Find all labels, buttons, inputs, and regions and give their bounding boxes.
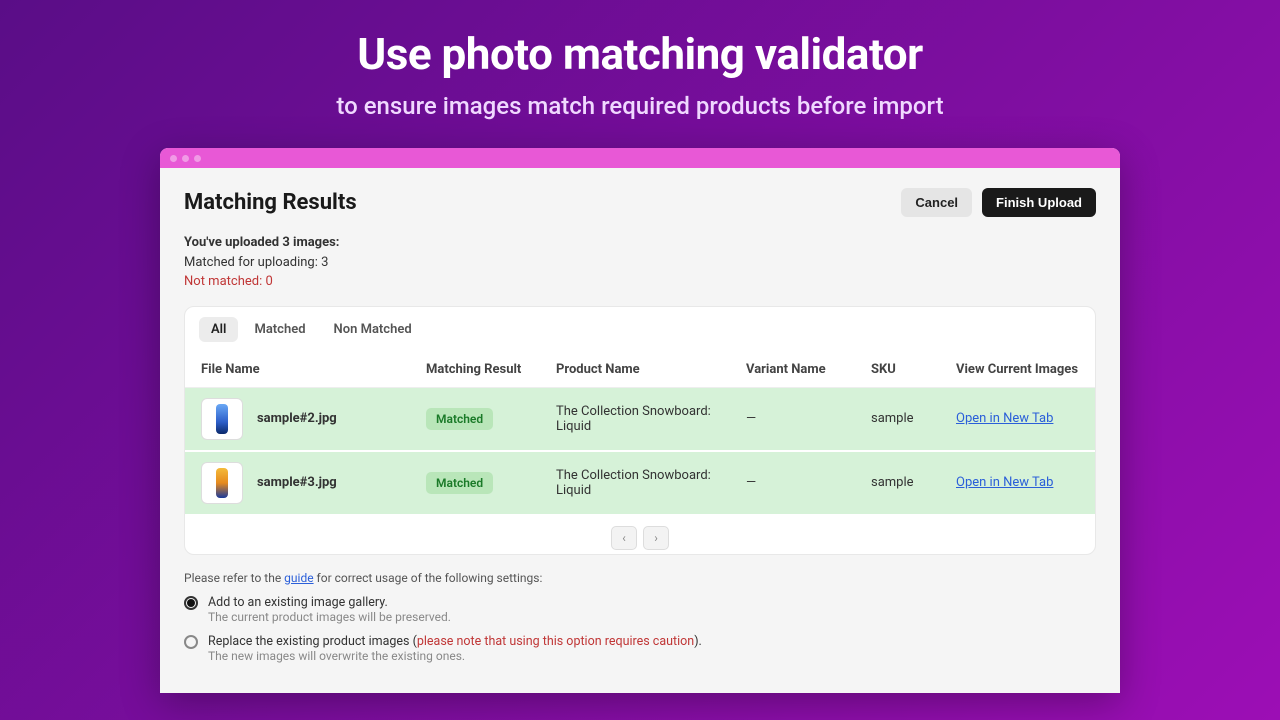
- note-text: Please refer to the: [184, 571, 284, 585]
- filter-tabs: All Matched Non Matched: [185, 307, 1095, 352]
- col-variant-name: Variant Name: [746, 362, 871, 377]
- sku: sample: [871, 475, 956, 490]
- file-name: sample#3.jpg: [257, 475, 337, 490]
- app-window: Matching Results Cancel Finish Upload Yo…: [160, 148, 1120, 693]
- page-title: Matching Results: [184, 190, 357, 215]
- cancel-button[interactable]: Cancel: [901, 188, 972, 217]
- open-in-new-tab-link[interactable]: Open in New Tab: [956, 475, 1053, 490]
- table-row: sample#2.jpg Matched The Collection Snow…: [185, 388, 1095, 452]
- table-row: sample#3.jpg Matched The Collection Snow…: [185, 452, 1095, 516]
- thumbnail: [201, 398, 243, 440]
- guide-link[interactable]: guide: [284, 571, 313, 585]
- radio-sublabel: The current product images will be prese…: [208, 610, 451, 624]
- product-name: The Collection Snowboard: Liquid: [556, 468, 746, 498]
- col-sku: SKU: [871, 362, 956, 377]
- next-page-button[interactable]: ›: [643, 526, 669, 550]
- thumbnail: [201, 462, 243, 504]
- caution-text: please note that using this option requi…: [417, 634, 694, 649]
- snowboard-icon: [216, 468, 228, 498]
- hero-title: Use photo matching validator: [0, 28, 1280, 80]
- hero-subtitle: to ensure images match required products…: [0, 92, 1280, 120]
- results-panel: All Matched Non Matched File Name Matchi…: [184, 306, 1096, 555]
- tab-non-matched[interactable]: Non Matched: [322, 317, 424, 342]
- radio-sublabel: The new images will overwrite the existi…: [208, 649, 702, 663]
- file-name: sample#2.jpg: [257, 411, 337, 426]
- product-name: The Collection Snowboard: Liquid: [556, 404, 746, 434]
- radio-replace-images[interactable]: [184, 635, 198, 649]
- chevron-left-icon: ‹: [622, 531, 626, 545]
- status-badge: Matched: [426, 408, 493, 430]
- col-view-images: View Current Images: [956, 362, 1096, 377]
- traffic-light-icon: [182, 155, 189, 162]
- tab-matched[interactable]: Matched: [242, 317, 317, 342]
- note-text: for correct usage of the following setti…: [314, 571, 543, 585]
- sku: sample: [871, 411, 956, 426]
- pagination: ‹ ›: [185, 516, 1095, 554]
- col-matching-result: Matching Result: [426, 362, 556, 377]
- radio-label: Replace the existing product images (ple…: [208, 634, 702, 649]
- status-badge: Matched: [426, 472, 493, 494]
- snowboard-icon: [216, 404, 228, 434]
- traffic-light-icon: [170, 155, 177, 162]
- traffic-light-icon: [194, 155, 201, 162]
- open-in-new-tab-link[interactable]: Open in New Tab: [956, 411, 1053, 426]
- chevron-right-icon: ›: [654, 531, 658, 545]
- variant-name: —: [746, 411, 871, 426]
- col-file-name: File Name: [201, 362, 426, 377]
- window-titlebar: [160, 148, 1120, 168]
- table-header: File Name Matching Result Product Name V…: [185, 352, 1095, 388]
- tab-all[interactable]: All: [199, 317, 238, 342]
- radio-add-to-gallery[interactable]: [184, 596, 198, 610]
- col-product-name: Product Name: [556, 362, 746, 377]
- upload-summary: You've uploaded 3 images: Matched for up…: [184, 233, 1096, 292]
- radio-label-text: ).: [694, 634, 702, 649]
- settings-note: Please refer to the guide for correct us…: [184, 571, 1096, 585]
- prev-page-button[interactable]: ‹: [611, 526, 637, 550]
- summary-uploaded: You've uploaded 3 images:: [184, 233, 1096, 253]
- radio-label-text: Replace the existing product images (: [208, 634, 417, 649]
- radio-label: Add to an existing image gallery.: [208, 595, 451, 610]
- summary-not-matched: Not matched: 0: [184, 272, 1096, 292]
- variant-name: —: [746, 475, 871, 490]
- summary-matched: Matched for uploading: 3: [184, 253, 1096, 273]
- finish-upload-button[interactable]: Finish Upload: [982, 188, 1096, 217]
